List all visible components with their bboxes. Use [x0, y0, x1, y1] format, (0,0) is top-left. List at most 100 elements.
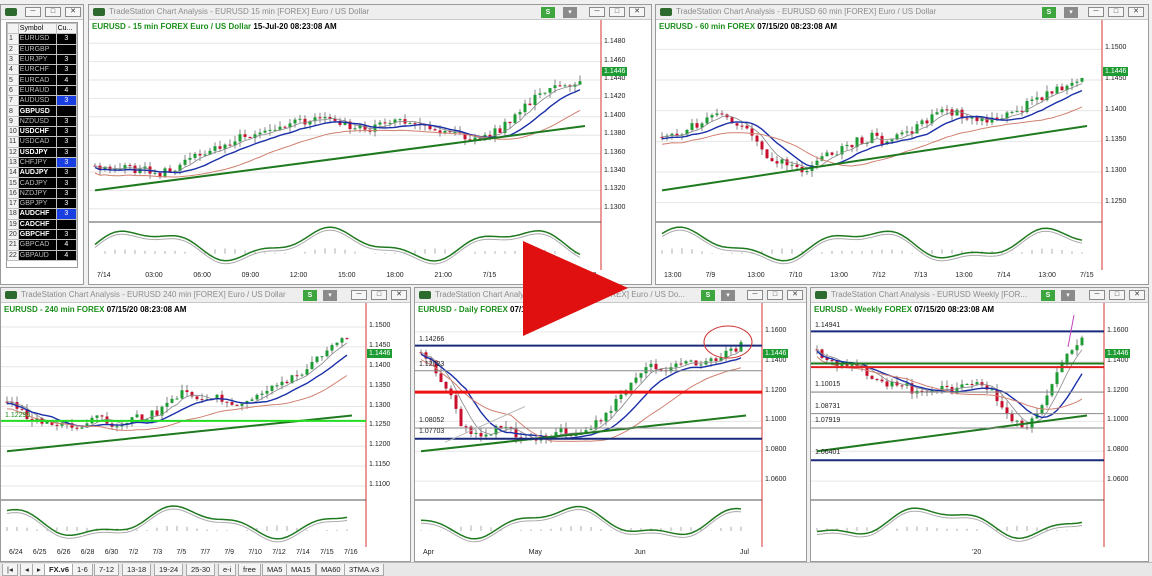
symbol-link-button[interactable]: S	[701, 290, 715, 301]
symbol-link-button[interactable]: S	[1042, 7, 1056, 18]
price-chart-svg[interactable]	[811, 303, 1148, 561]
symbol-cell[interactable]: GBPAUD	[17, 249, 57, 261]
watchlist-row[interactable]: 15 CADJPY 3	[7, 177, 78, 189]
watchlist-row[interactable]: 22 GBPAUD 4	[7, 249, 78, 261]
chart-window-60min[interactable]: TradeStation Chart Analysis - EURUSD 60 …	[655, 4, 1149, 285]
tab-fx-v6[interactable]: FX.v6	[44, 564, 75, 576]
symbol-cell[interactable]: CADCHF	[17, 218, 57, 230]
symbol-cell[interactable]: EURCAD	[17, 74, 57, 86]
watchlist-row[interactable]: 3 EURJPY 3	[7, 53, 78, 66]
column-header-cu[interactable]: Cu...	[55, 22, 78, 35]
tab-25-30[interactable]: 25-30	[186, 564, 216, 576]
watchlist-row[interactable]: 16 NZDJPY 3	[7, 187, 78, 200]
maximize-button[interactable]: □	[45, 7, 61, 17]
minimize-button[interactable]: ─	[351, 290, 367, 300]
symbol-cell[interactable]: GBPCAD	[17, 239, 57, 251]
watchlist-row[interactable]: 7 AUDUSD 3	[7, 95, 78, 107]
symbol-cell[interactable]: GBPCHF	[17, 228, 57, 241]
maximize-button[interactable]: □	[1108, 7, 1124, 17]
window-titlebar[interactable]: TradeStation Chart Analysis - EURUSD Wee…	[811, 288, 1148, 303]
watchlist-grid[interactable]: Symbol Cu... 1 EURUSD 3 2 EURGBP 3 EURJPY 3 4 EUR…	[6, 22, 78, 268]
watchlist-row[interactable]: 4 EURCHF 3	[7, 64, 78, 76]
watchlist-row[interactable]: 9 NZDUSD 3	[7, 115, 78, 127]
minimize-button[interactable]: ─	[1089, 290, 1105, 300]
symbol-cell[interactable]: NZDJPY	[17, 187, 57, 200]
watchlist-row[interactable]: 19 CADCHF	[7, 218, 78, 230]
tab-ma15[interactable]: MA15	[286, 564, 316, 576]
symbol-cell[interactable]: EURAUD	[17, 84, 57, 97]
symbol-cell[interactable]: USDCHF	[17, 125, 57, 138]
chart-area[interactable]: EURUSD - 240 min FOREX 07/15/20 08:23:08…	[1, 303, 410, 561]
close-button[interactable]: ✕	[65, 7, 81, 17]
dropdown-button[interactable]: ▾	[721, 290, 735, 301]
tab-19-24[interactable]: 19-24	[154, 564, 184, 576]
maximize-button[interactable]: □	[767, 290, 783, 300]
tab-13-18[interactable]: 13-18	[122, 564, 152, 576]
watchlist-row[interactable]: 20 GBPCHF 3	[7, 228, 78, 241]
window-titlebar[interactable]: TradeStation Chart Analysis - EURUSD 240…	[1, 288, 410, 303]
watchlist-row[interactable]: 10 USDCHF 3	[7, 125, 78, 138]
symbol-cell[interactable]: EURGBP	[17, 43, 57, 55]
symbol-cell[interactable]: EURJPY	[17, 53, 57, 66]
chart-area[interactable]: EURUSD - 60 min FOREX 07/15/20 08:23:08 …	[656, 20, 1148, 284]
symbol-cell[interactable]: CHFJPY	[17, 156, 57, 169]
window-titlebar[interactable]: TradeStation Chart Analysis - EURUSD 60 …	[656, 5, 1148, 20]
watchlist-row[interactable]: 2 EURGBP	[7, 43, 78, 55]
chart-area[interactable]: EURUSD - Weekly FOREX 07/15/20 08:23:08 …	[811, 303, 1148, 561]
minimize-button[interactable]: ─	[25, 7, 41, 17]
watchlist-row[interactable]: 21 GBPCAD 4	[7, 239, 78, 251]
watchlist-row[interactable]: 12 USDJPY 3	[7, 146, 78, 158]
minimize-button[interactable]: ─	[589, 7, 605, 17]
tab-free[interactable]: free	[238, 564, 261, 576]
chart-area[interactable]: EURUSD - Daily FOREX 07/15/20 1.16001.14…	[415, 303, 806, 561]
chart-window-240min[interactable]: TradeStation Chart Analysis - EURUSD 240…	[0, 287, 411, 562]
watchlist-row[interactable]: 8 GBPUSD	[7, 105, 78, 117]
symbol-cell[interactable]: USDCAD	[17, 136, 57, 148]
symbol-cell[interactable]: EURUSD	[17, 33, 57, 45]
video-play-icon[interactable]	[523, 241, 628, 336]
maximize-button[interactable]: □	[1109, 290, 1125, 300]
tab-e-i[interactable]: e-i	[218, 564, 237, 576]
watchlist-row[interactable]: 18 AUDCHF 3	[7, 208, 78, 220]
symbol-cell[interactable]: EURCHF	[17, 64, 57, 76]
close-button[interactable]: ✕	[1129, 290, 1145, 300]
tab-ma5[interactable]: MA5	[262, 564, 288, 576]
maximize-button[interactable]: □	[609, 7, 625, 17]
minimize-button[interactable]: ─	[1088, 7, 1104, 17]
column-header-symbol[interactable]: Symbol	[17, 22, 57, 35]
close-button[interactable]: ✕	[629, 7, 645, 17]
minimize-button[interactable]: ─	[747, 290, 763, 300]
symbol-cell[interactable]: AUDCHF	[17, 208, 57, 220]
close-button[interactable]: ✕	[787, 290, 803, 300]
symbol-link-button[interactable]: S	[1041, 290, 1055, 301]
watchlist-row[interactable]: 13 CHFJPY 3	[7, 156, 78, 169]
symbol-cell[interactable]: GBPJPY	[17, 198, 57, 210]
symbol-cell[interactable]: NZDUSD	[17, 115, 57, 127]
tab-ma60[interactable]: MA60	[316, 564, 346, 576]
dropdown-button[interactable]: ▾	[1064, 7, 1078, 18]
dropdown-button[interactable]: ▾	[323, 290, 337, 301]
watchlist-row[interactable]: 17 GBPJPY 3	[7, 198, 78, 210]
dropdown-button[interactable]: ▾	[563, 7, 577, 18]
chart-window-weekly[interactable]: TradeStation Chart Analysis - EURUSD Wee…	[810, 287, 1149, 562]
tab-3tma-v3[interactable]: 3TMA.v3	[344, 564, 385, 576]
watchlist-row[interactable]: 6 EURAUD 4	[7, 84, 78, 97]
tab-scroll-first-icon[interactable]: |◂	[2, 564, 18, 576]
price-chart-svg[interactable]	[1, 303, 410, 561]
tab-7-12[interactable]: 7-12	[94, 564, 120, 576]
tab-1-6[interactable]: 1-6	[72, 564, 93, 576]
watchlist-row[interactable]: 5 EURCAD 4	[7, 74, 78, 86]
close-button[interactable]: ✕	[1128, 7, 1144, 17]
symbol-link-button[interactable]: S	[303, 290, 317, 301]
price-chart-svg[interactable]	[656, 20, 1148, 284]
dropdown-button[interactable]: ▾	[1061, 290, 1075, 301]
window-titlebar[interactable]: ─ □ ✕	[1, 5, 83, 20]
symbol-link-button[interactable]: S	[541, 7, 555, 18]
symbol-cell[interactable]: GBPUSD	[17, 105, 57, 117]
window-titlebar[interactable]: TradeStation Chart Analysis - EURUSD 15 …	[89, 5, 651, 20]
symbol-cell[interactable]: USDJPY	[17, 146, 57, 158]
symbol-cell[interactable]: AUDUSD	[17, 95, 57, 107]
symbol-cell[interactable]: CADJPY	[17, 177, 57, 189]
watchlist-row[interactable]: 11 USDCAD 3	[7, 136, 78, 148]
symbol-cell[interactable]: AUDJPY	[17, 167, 57, 179]
